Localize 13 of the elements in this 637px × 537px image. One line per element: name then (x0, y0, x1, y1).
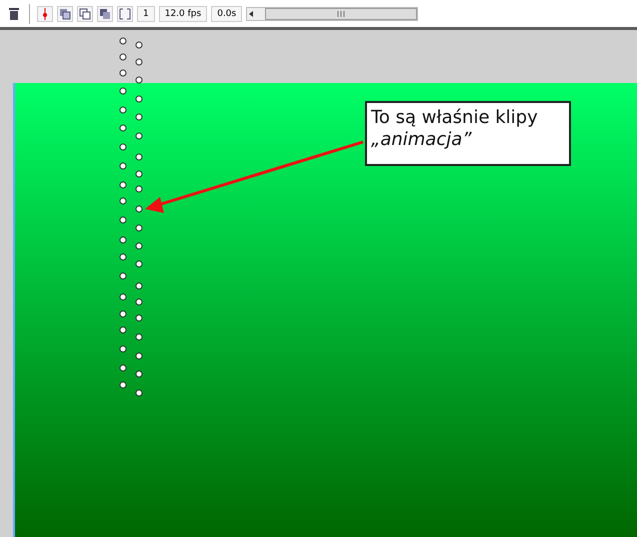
frame-rate: 12.0 fps (158, 6, 208, 22)
frame-number: 1 (137, 6, 155, 22)
onion-skin-icon[interactable] (37, 6, 53, 22)
layers-icon[interactable] (97, 6, 113, 22)
trash-icon[interactable] (6, 6, 22, 22)
grip-icon (337, 10, 346, 16)
callout-text: To są właśnie klipy „animacja” (365, 101, 571, 166)
scroll-left-icon[interactable] (247, 10, 256, 18)
scrollbar[interactable] (246, 6, 418, 20)
layers-icon[interactable] (57, 6, 73, 22)
elapsed-time: 0.0s (211, 6, 242, 22)
layers-outline-icon[interactable] (77, 6, 93, 22)
bracket-icon[interactable] (117, 6, 133, 22)
